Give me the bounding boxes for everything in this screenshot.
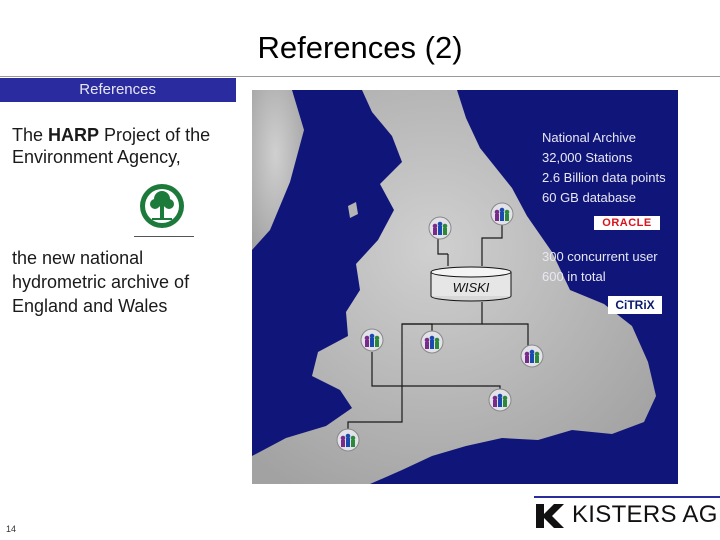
brand-bar [534, 496, 720, 498]
users-icon [360, 328, 384, 352]
users-icon [428, 216, 452, 240]
title-divider [0, 76, 720, 77]
archive-note: 32,000 Stations [542, 150, 633, 165]
archive-note: 2.6 Billion data points [542, 170, 666, 185]
ireland-landmass [252, 90, 304, 250]
users-icon [420, 330, 444, 354]
environment-agency-logo [134, 184, 194, 237]
isle-of-man [348, 202, 358, 218]
users-icon [490, 202, 514, 226]
network-map: WISKI National Archive 32,000 Stations 2… [252, 90, 678, 484]
archive-notes: National Archive 32,000 Stations 2.6 Bil… [542, 128, 678, 208]
oracle-logo: ORACLE [594, 216, 660, 230]
wiski-label: WISKI [452, 280, 490, 295]
section-tab: References [0, 78, 236, 102]
archive-note: 60 GB database [542, 190, 636, 205]
users-icon [336, 428, 360, 452]
user-note: 300 concurrent user [542, 249, 658, 264]
kisters-logo-mark [536, 504, 564, 528]
user-note: 600 in total [542, 269, 606, 284]
kisters-wordmark: KISTERS AG [572, 501, 718, 528]
user-notes: 300 concurrent user 600 in total [542, 247, 678, 287]
users-icon [520, 344, 544, 368]
intro-prefix: The [12, 125, 49, 145]
intro-bold: HARP [48, 125, 100, 145]
intro-text: The HARP Project of the Environment Agen… [12, 124, 242, 168]
page-number: 14 [6, 524, 17, 534]
description-text: the new national hydrometric archive of … [12, 248, 190, 316]
archive-note: National Archive [542, 130, 636, 145]
citrix-logo: CiTRiX [608, 296, 662, 314]
users-icon [488, 388, 512, 412]
slide-title: References (2) [257, 30, 463, 65]
